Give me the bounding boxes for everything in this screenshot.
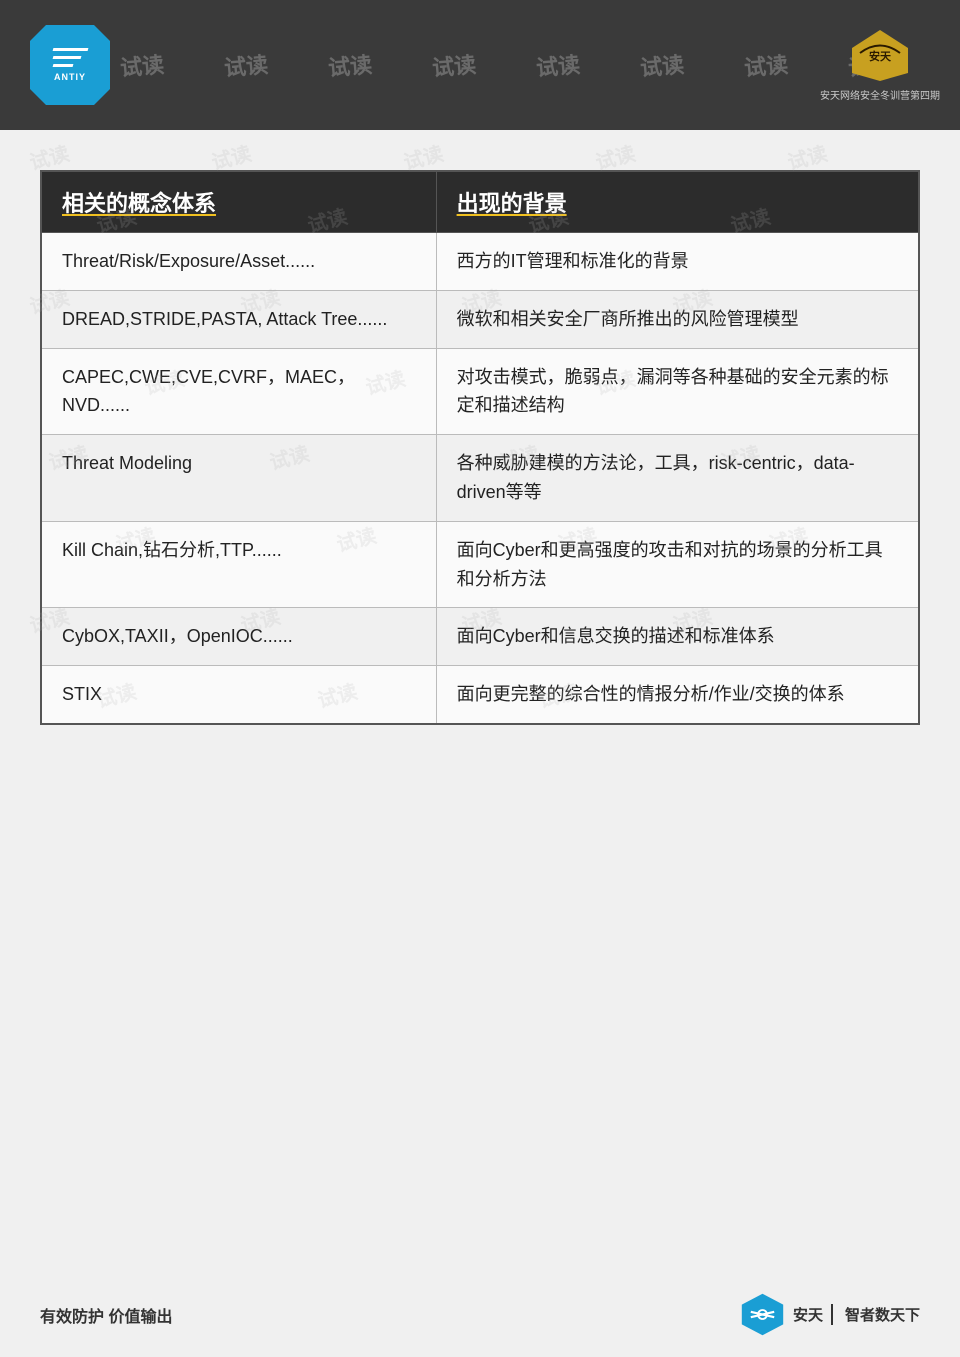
logo-diamond: ANTIY xyxy=(30,25,110,105)
col2-header: 出现的背景 xyxy=(436,171,919,233)
logo-line-1 xyxy=(52,48,88,51)
concepts-table: 相关的概念体系 出现的背景 Threat/Risk/Exposure/Asset… xyxy=(40,170,920,725)
footer-brand-name: 安天 xyxy=(793,1304,833,1325)
table-cell-background: 微软和相关安全厂商所推出的风险管理模型 xyxy=(436,290,919,348)
table-cell-background: 面向更完整的综合性的情报分析/作业/交换的体系 xyxy=(436,666,919,724)
watermark-1: 试读 xyxy=(119,47,166,83)
col2-header-text: 出现的背景 xyxy=(457,191,567,216)
table-row: CybOX,TAXII，OpenIOC......面向Cyber和信息交换的描述… xyxy=(41,608,919,666)
table-cell-concept: Threat Modeling xyxy=(41,435,436,522)
page-header: 试读 试读 试读 试读 试读 试读 试读 试读 ANTIY 安天 安天网络安全冬… xyxy=(0,0,960,130)
header-brand: 安天 安天网络安全冬训营第四期 xyxy=(820,28,940,102)
header-watermarks: 试读 试读 试读 试读 试读 试读 试读 试读 xyxy=(0,0,960,130)
footer-tagline: 有效防护 价值输出 xyxy=(40,1303,172,1327)
table-row: STIX面向更完整的综合性的情报分析/作业/交换的体系 xyxy=(41,666,919,724)
table-cell-background: 对攻击模式，脆弱点，漏洞等各种基础的安全元素的标定和描述结构 xyxy=(436,348,919,435)
col1-header: 相关的概念体系 xyxy=(41,171,436,233)
table-cell-concept: STIX xyxy=(41,666,436,724)
table-row: Kill Chain,钻石分析,TTP......面向Cyber和更高强度的攻击… xyxy=(41,521,919,608)
table-cell-background: 各种威胁建模的方法论，工具，risk-centric，data-driven等等 xyxy=(436,435,919,522)
watermark-3: 试读 xyxy=(327,47,374,83)
watermark-6: 试读 xyxy=(639,47,686,83)
footer-brand: 安天 智者数天下 xyxy=(740,1292,920,1337)
table-cell-concept: CAPEC,CWE,CVE,CVRF，MAEC，NVD...... xyxy=(41,348,436,435)
table-cell-background: 面向Cyber和更高强度的攻击和对抗的场景的分析工具和分析方法 xyxy=(436,521,919,608)
table-cell-concept: Threat/Risk/Exposure/Asset...... xyxy=(41,233,436,291)
table-row: Threat Modeling各种威胁建模的方法论，工具，risk-centri… xyxy=(41,435,919,522)
watermark-2: 试读 xyxy=(223,47,270,83)
brand-icon: 安天 xyxy=(850,28,910,83)
watermark-7: 试读 xyxy=(743,47,790,83)
logo-lines xyxy=(53,48,88,67)
logo-line-2 xyxy=(52,56,81,59)
page-footer: 有效防护 价值输出 安天 智者数天下 xyxy=(0,1292,960,1337)
watermark-4: 试读 xyxy=(431,47,478,83)
table-cell-background: 西方的IT管理和标准化的背景 xyxy=(436,233,919,291)
table-row: CAPEC,CWE,CVE,CVRF，MAEC，NVD......对攻击模式，脆… xyxy=(41,348,919,435)
main-content: 试读 试读 试读 试读 试读 试读 试读 试读 试读 试读 试读 试读 试读 试… xyxy=(0,130,960,755)
brand-subtitle: 安天网络安全冬训营第四期 xyxy=(820,87,940,102)
logo-label: ANTIY xyxy=(54,72,86,82)
footer-brand-subtitle: 智者数天下 xyxy=(845,1304,920,1325)
svg-text:安天: 安天 xyxy=(869,49,892,63)
table-cell-concept: Kill Chain,钻石分析,TTP...... xyxy=(41,521,436,608)
table-row: Threat/Risk/Exposure/Asset......西方的IT管理和… xyxy=(41,233,919,291)
table-cell-concept: DREAD,STRIDE,PASTA, Attack Tree...... xyxy=(41,290,436,348)
col1-header-text: 相关的概念体系 xyxy=(62,191,216,216)
table-cell-background: 面向Cyber和信息交换的描述和标准体系 xyxy=(436,608,919,666)
table-row: DREAD,STRIDE,PASTA, Attack Tree......微软和… xyxy=(41,290,919,348)
table-header-row: 相关的概念体系 出现的背景 xyxy=(41,171,919,233)
logo-line-3 xyxy=(52,64,73,67)
footer-logo-icon xyxy=(740,1292,785,1337)
table-cell-concept: CybOX,TAXII，OpenIOC...... xyxy=(41,608,436,666)
watermark-5: 试读 xyxy=(535,47,582,83)
